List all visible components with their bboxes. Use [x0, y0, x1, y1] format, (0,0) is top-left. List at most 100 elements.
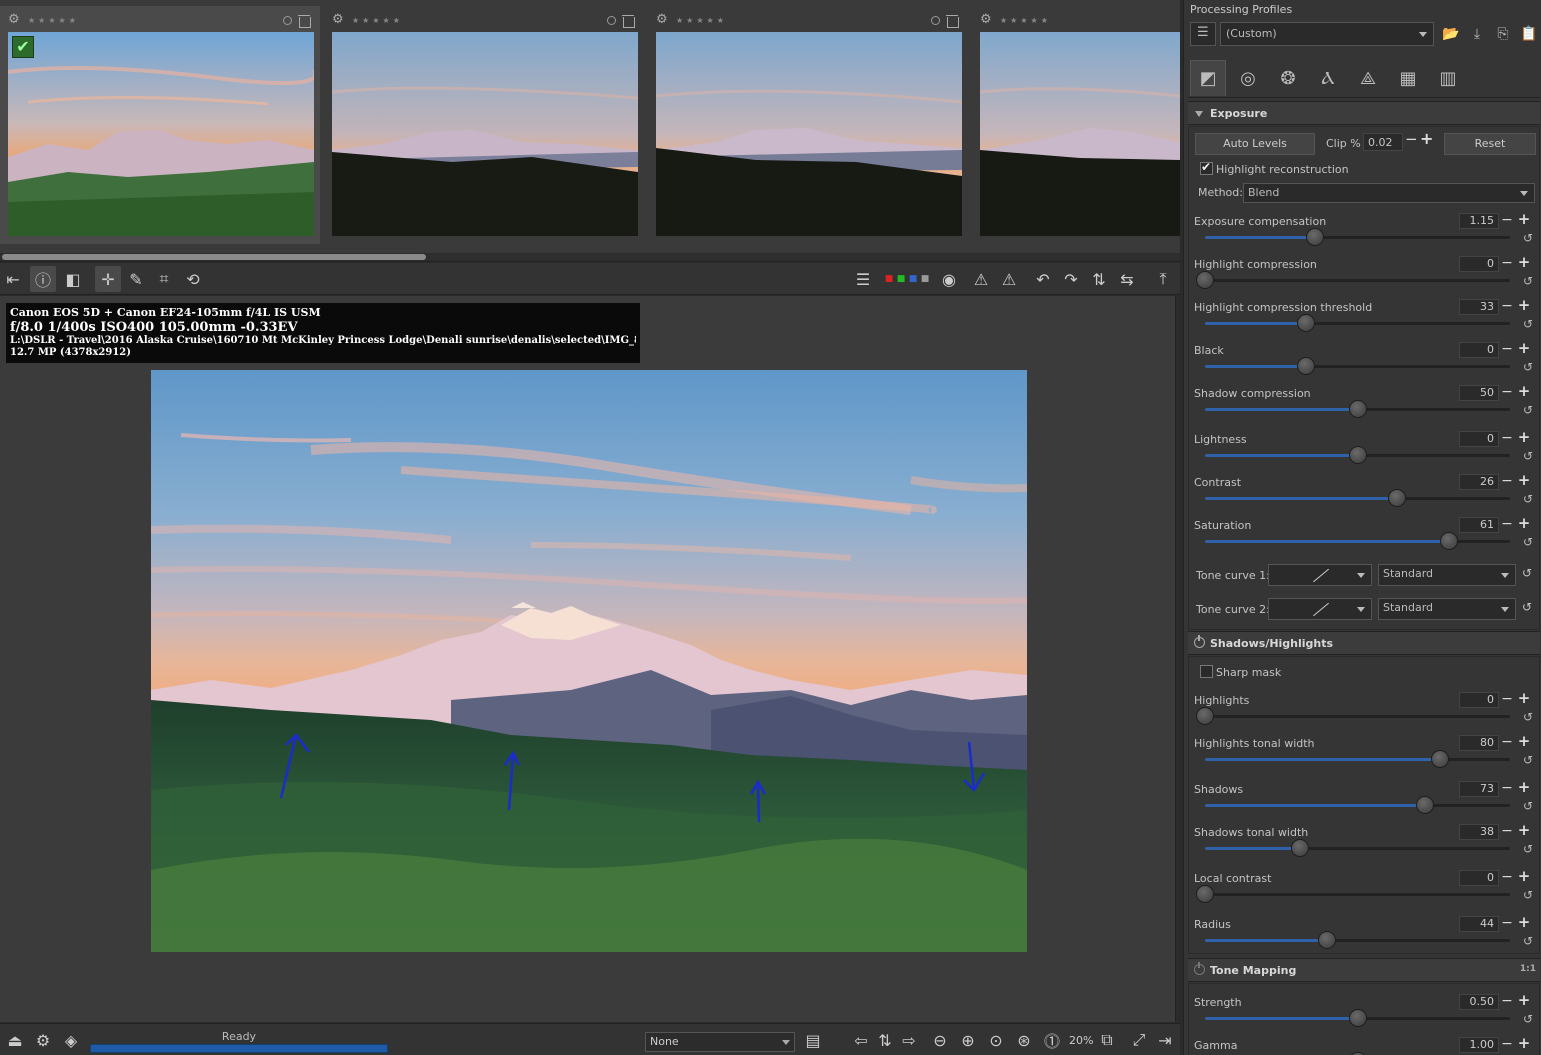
- zoom-in-icon[interactable]: ⊕: [955, 1027, 981, 1053]
- plus-icon[interactable]: +: [1517, 914, 1531, 930]
- plus-icon[interactable]: +: [1517, 733, 1531, 749]
- preview-mode-icon[interactable]: ☰: [850, 266, 876, 292]
- minus-icon[interactable]: −: [1501, 473, 1513, 489]
- paste-profile-icon[interactable]: 📋: [1518, 24, 1540, 44]
- slider-value-input[interactable]: 0: [1459, 256, 1499, 272]
- zoom-out-icon[interactable]: ⊖: [927, 1027, 953, 1053]
- rotate-left-icon[interactable]: ↶: [1030, 266, 1056, 292]
- plus-icon[interactable]: +: [1517, 472, 1531, 488]
- slider-handle[interactable]: [1296, 357, 1315, 375]
- flip-horizontal-icon[interactable]: ⇅: [1086, 266, 1112, 292]
- plus-icon[interactable]: +: [1517, 868, 1531, 884]
- gear-icon[interactable]: ⚙: [656, 13, 670, 27]
- slider-value-input[interactable]: 0.50: [1459, 994, 1499, 1010]
- reset-button[interactable]: Reset: [1444, 133, 1536, 155]
- slider-handle[interactable]: [1430, 750, 1449, 768]
- reset-icon[interactable]: ↺: [1521, 535, 1535, 549]
- toggle-right-panel-icon[interactable]: ⇥: [1152, 1027, 1178, 1053]
- slider-track[interactable]: [1205, 750, 1510, 768]
- plus-icon[interactable]: +: [1517, 340, 1531, 356]
- flip-vertical-icon[interactable]: ⇆: [1114, 266, 1140, 292]
- slider-value-input[interactable]: 73: [1459, 781, 1499, 797]
- plus-icon[interactable]: +: [1517, 1035, 1531, 1051]
- slider-track[interactable]: [1205, 314, 1510, 332]
- copy-profile-icon[interactable]: ⎘: [1492, 24, 1514, 44]
- gear-icon[interactable]: ⚙: [980, 13, 994, 27]
- slider-handle[interactable]: [1388, 489, 1407, 507]
- gear-icon[interactable]: ⚙: [332, 13, 346, 27]
- slider-track[interactable]: [1205, 357, 1510, 375]
- slider-track[interactable]: [1205, 1009, 1510, 1027]
- clip-plus-icon[interactable]: +: [1420, 129, 1433, 148]
- thumbnail-3[interactable]: ⚙ ★★★★★: [648, 6, 968, 244]
- plus-icon[interactable]: +: [1517, 779, 1531, 795]
- minus-icon[interactable]: −: [1501, 384, 1513, 400]
- rotate-right-icon[interactable]: ↷: [1058, 266, 1084, 292]
- power-icon[interactable]: [1194, 962, 1205, 975]
- plus-icon[interactable]: +: [1517, 211, 1531, 227]
- minus-icon[interactable]: −: [1501, 915, 1513, 931]
- sharp-mask-checkbox[interactable]: [1200, 665, 1213, 678]
- color-label-icon[interactable]: [283, 15, 292, 25]
- tab-transform-icon[interactable]: ⟁: [1350, 60, 1386, 96]
- before-after-icon[interactable]: ◧: [60, 266, 86, 292]
- minus-icon[interactable]: −: [1501, 780, 1513, 796]
- slider-handle[interactable]: [1348, 446, 1367, 464]
- reset-icon[interactable]: ↺: [1521, 492, 1535, 506]
- sync-icon[interactable]: ⇅: [872, 1027, 898, 1053]
- method-select[interactable]: Blend: [1243, 183, 1535, 203]
- reset-icon[interactable]: ↺: [1521, 317, 1535, 331]
- trash-icon[interactable]: [946, 14, 959, 28]
- load-profile-icon[interactable]: 📂: [1440, 24, 1462, 44]
- reset-icon[interactable]: ↺: [1521, 799, 1535, 813]
- slider-track[interactable]: [1205, 796, 1510, 814]
- reset-icon[interactable]: ↺: [1521, 403, 1535, 417]
- thumbnail-image[interactable]: [980, 32, 1180, 236]
- color-management-icon[interactable]: ◈: [58, 1027, 84, 1053]
- tab-detail-icon[interactable]: ◎: [1230, 60, 1266, 96]
- zoom-100-icon[interactable]: ⓵: [1039, 1027, 1065, 1053]
- reset-icon[interactable]: ↺: [1521, 360, 1535, 374]
- slider-handle[interactable]: [1440, 532, 1458, 550]
- slider-value-input[interactable]: 0: [1459, 431, 1499, 447]
- minus-icon[interactable]: −: [1501, 823, 1513, 839]
- minus-icon[interactable]: −: [1501, 255, 1513, 271]
- slider-value-input[interactable]: 0: [1459, 342, 1499, 358]
- slider-track[interactable]: [1205, 228, 1510, 246]
- plus-icon[interactable]: +: [1517, 822, 1531, 838]
- slider-track[interactable]: [1205, 489, 1510, 507]
- hide-left-panel-icon[interactable]: ⇤: [0, 266, 26, 292]
- plus-icon[interactable]: +: [1517, 690, 1531, 706]
- slider-track[interactable]: [1205, 532, 1510, 550]
- zoom-fit-crop-icon[interactable]: ⊛: [1011, 1027, 1037, 1053]
- crop-icon[interactable]: ⌗: [151, 266, 177, 292]
- color-picker-icon[interactable]: ✎: [123, 266, 149, 292]
- highlight-clipping-icon[interactable]: ⚠: [996, 266, 1022, 292]
- preview-select[interactable]: None: [645, 1032, 795, 1052]
- clip-input[interactable]: 0.02: [1363, 133, 1403, 151]
- slider-value-input[interactable]: 50: [1459, 385, 1499, 401]
- toggle-left-panel-icon[interactable]: ⏏: [2, 1027, 28, 1053]
- gear-icon[interactable]: ⚙: [8, 13, 22, 27]
- tone-curve-1-button[interactable]: [1268, 564, 1372, 586]
- rating-stars[interactable]: ★★★★★: [1000, 16, 1051, 25]
- color-label-icon[interactable]: [607, 15, 616, 25]
- profile-select[interactable]: (Custom): [1220, 22, 1434, 46]
- info-icon[interactable]: ⓘ: [30, 266, 56, 292]
- slider-handle[interactable]: [1196, 271, 1214, 289]
- reset-icon[interactable]: ↺: [1521, 274, 1535, 288]
- slider-value-input[interactable]: 0: [1459, 870, 1499, 886]
- slider-value-input[interactable]: 26: [1459, 474, 1499, 490]
- focus-mask-icon[interactable]: ◉: [936, 266, 962, 292]
- minus-icon[interactable]: −: [1501, 993, 1513, 1009]
- scrollbar-thumb[interactable]: [2, 254, 426, 260]
- slider-value-input[interactable]: 44: [1459, 916, 1499, 932]
- slider-track[interactable]: [1196, 271, 1510, 289]
- slider-track[interactable]: [1196, 707, 1510, 725]
- reset-icon[interactable]: ↺: [1521, 710, 1535, 724]
- minus-icon[interactable]: −: [1501, 516, 1513, 532]
- next-image-icon[interactable]: ⇨: [896, 1027, 922, 1053]
- profile-list-icon[interactable]: ☰: [1190, 22, 1216, 46]
- minus-icon[interactable]: −: [1501, 691, 1513, 707]
- slider-value-input[interactable]: 1.15: [1459, 213, 1499, 229]
